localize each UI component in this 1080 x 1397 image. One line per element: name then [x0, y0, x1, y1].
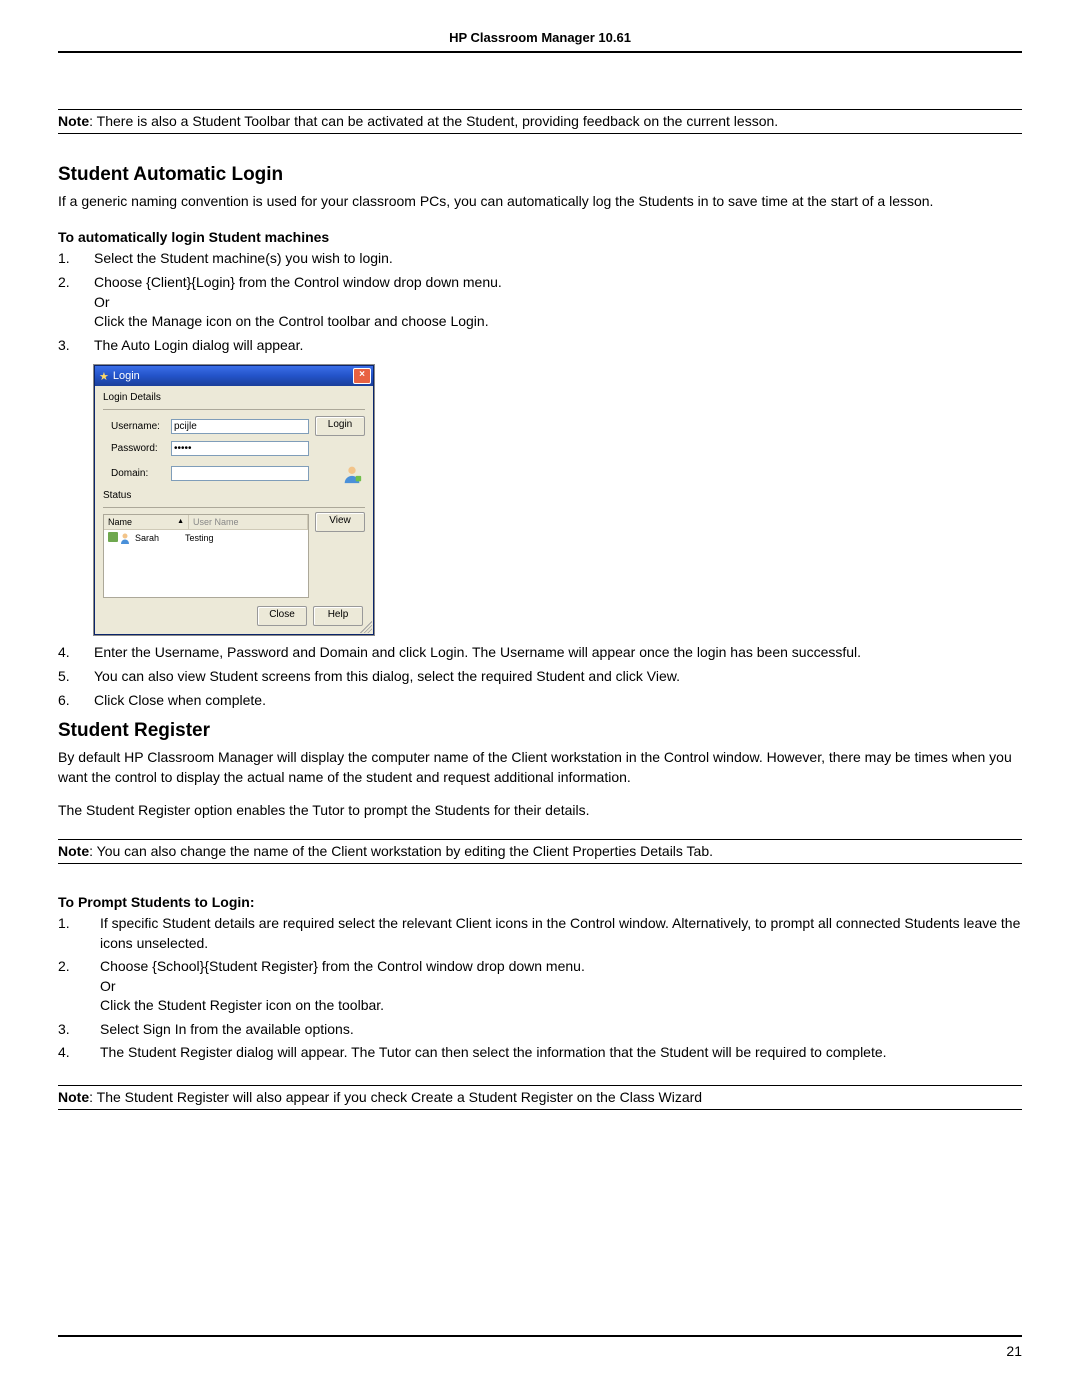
note-label: Note: [58, 113, 89, 129]
group-login-details: Login Details: [103, 392, 365, 403]
step-2a: Choose {Client}{Login} from the Control …: [94, 273, 1022, 293]
status-connected-icon: [108, 532, 118, 542]
group-status: Status: [103, 490, 365, 501]
password-input[interactable]: [171, 441, 309, 456]
status-list[interactable]: Name ▲ User Name: [103, 514, 309, 598]
row-name: Sarah: [135, 533, 181, 543]
view-button[interactable]: View: [315, 512, 365, 532]
close-icon[interactable]: ×: [353, 368, 371, 384]
resize-grip-icon[interactable]: [360, 621, 372, 633]
col-name[interactable]: Name ▲: [104, 515, 189, 529]
footer-rule: [58, 1335, 1022, 1337]
help-button[interactable]: Help: [313, 606, 363, 626]
login-dialog: ★ Login × Login Details Username: Login …: [94, 365, 374, 635]
step-4: Enter the Username, Password and Domain …: [58, 643, 1022, 663]
register-p2: The Student Register option enables the …: [58, 801, 1022, 821]
steps-auto-login: Select the Student machine(s) you wish t…: [58, 249, 1022, 355]
step-1: Select the Student machine(s) you wish t…: [58, 249, 1022, 269]
dialog-titlebar[interactable]: ★ Login ×: [95, 366, 373, 386]
sort-icon: ▲: [177, 515, 184, 529]
subhead-prompt-login: To Prompt Students to Login:: [58, 894, 1022, 910]
status-row[interactable]: Sarah Testing: [104, 530, 308, 546]
student-icon: [119, 532, 131, 544]
pstep-2b: Or: [100, 977, 1022, 997]
login-button[interactable]: Login: [315, 416, 365, 436]
intro-auto-login: If a generic naming convention is used f…: [58, 192, 1022, 212]
steps-auto-login-cont: Enter the Username, Password and Domain …: [58, 643, 1022, 710]
note-text: : The Student Register will also appear …: [89, 1089, 702, 1105]
pstep-2c: Click the Student Register icon on the t…: [100, 996, 1022, 1016]
domain-label: Domain:: [103, 468, 171, 479]
steps-prompt-login: If specific Student details are required…: [58, 914, 1022, 1063]
star-icon: ★: [99, 370, 109, 383]
register-p1: By default HP Classroom Manager will dis…: [58, 748, 1022, 787]
note-label: Note: [58, 843, 89, 859]
note-text: : You can also change the name of the Cl…: [89, 843, 713, 859]
dialog-title: Login: [113, 370, 140, 382]
step-2c: Click the Manage icon on the Control too…: [94, 312, 1022, 332]
pstep-2: Choose {School}{Student Register} from t…: [58, 957, 1022, 1016]
pstep-1: If specific Student details are required…: [58, 914, 1022, 953]
step-2b: Or: [94, 293, 1022, 313]
pstep-4: The Student Register dialog will appear.…: [58, 1043, 1022, 1063]
page-number: 21: [1006, 1343, 1022, 1359]
col-user[interactable]: User Name: [189, 515, 308, 529]
step-5: You can also view Student screens from t…: [58, 667, 1022, 687]
user-icon: [341, 463, 363, 485]
note-box-wizard: Note: The Student Register will also app…: [58, 1085, 1022, 1110]
pstep-3: Select Sign In from the available option…: [58, 1020, 1022, 1040]
step-2: Choose {Client}{Login} from the Control …: [58, 273, 1022, 332]
heading-auto-login: Student Automatic Login: [58, 164, 1022, 186]
document-page: HP Classroom Manager 10.61 Note: There i…: [0, 0, 1080, 1397]
note-label: Note: [58, 1089, 89, 1105]
password-label: Password:: [103, 443, 171, 454]
step-3: The Auto Login dialog will appear.: [58, 336, 1022, 356]
subhead-auto-login: To automatically login Student machines: [58, 229, 1022, 245]
username-input[interactable]: [171, 419, 309, 434]
close-button[interactable]: Close: [257, 606, 307, 626]
row-user: Testing: [185, 533, 214, 543]
page-header: HP Classroom Manager 10.61: [58, 30, 1022, 53]
col-name-label: Name: [108, 515, 132, 529]
step-6: Click Close when complete.: [58, 691, 1022, 711]
username-label: Username:: [103, 421, 171, 432]
domain-input[interactable]: [171, 466, 309, 481]
note-text: : There is also a Student Toolbar that c…: [89, 113, 778, 129]
pstep-2a: Choose {School}{Student Register} from t…: [100, 957, 1022, 977]
note-box-rename: Note: You can also change the name of th…: [58, 839, 1022, 864]
heading-student-register: Student Register: [58, 720, 1022, 742]
note-box-toolbar: Note: There is also a Student Toolbar th…: [58, 109, 1022, 134]
